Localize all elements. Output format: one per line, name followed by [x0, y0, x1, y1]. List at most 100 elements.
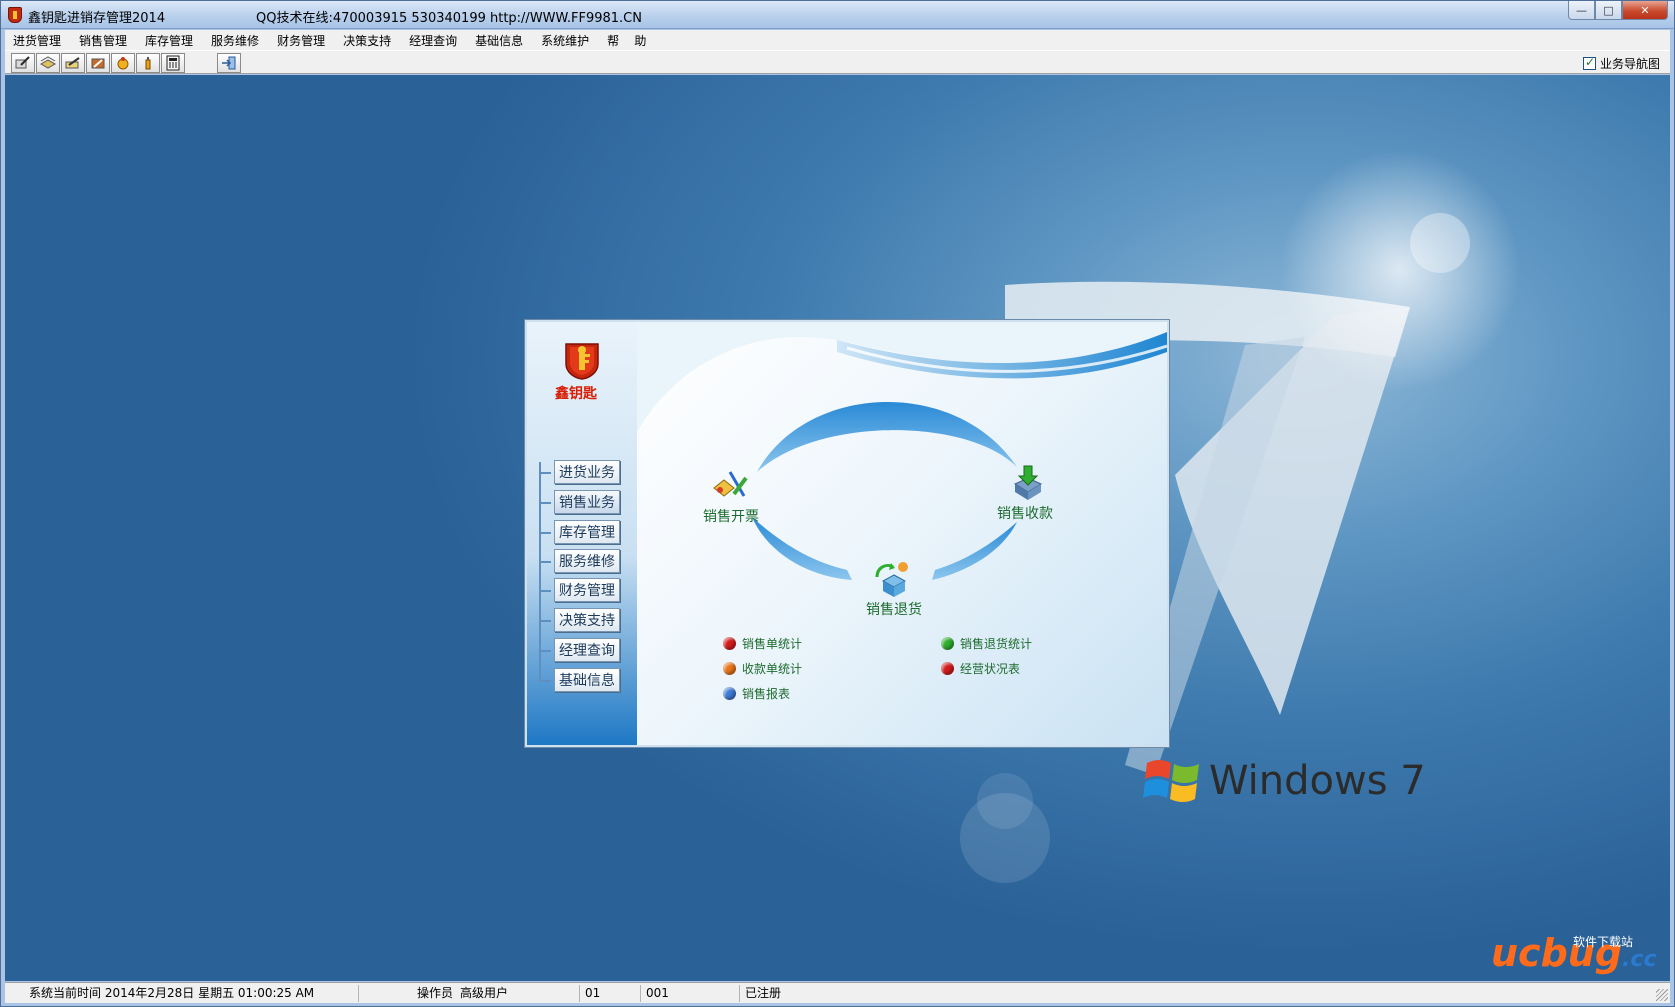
- pencil-icon: [65, 57, 80, 69]
- navigator-sidebar: 鑫钥匙 进货业务 销售业务 库存管理 服务维修 财务管理 决策支持 经理查询 基…: [527, 322, 637, 745]
- invoice-tools-icon[interactable]: [710, 468, 750, 504]
- nav-tick: [541, 680, 551, 682]
- pen-doc-icon: [15, 56, 30, 69]
- money-bag-icon: [117, 57, 129, 70]
- nav-service-repair[interactable]: 服务维修: [554, 549, 620, 573]
- blue-dot-icon: [723, 687, 736, 700]
- nav-finance-management[interactable]: 财务管理: [554, 578, 620, 602]
- menu-basic-info[interactable]: 基础信息: [475, 32, 523, 49]
- sales-flow-diagram: [637, 322, 1167, 580]
- report-return-stats[interactable]: 销售退货统计: [941, 635, 1032, 652]
- toolbar-service-button[interactable]: [86, 53, 110, 73]
- windows-7-logo: Windows 7: [1143, 755, 1426, 807]
- report-receipt-stats[interactable]: 收款单统计: [723, 660, 802, 677]
- nav-sales-business[interactable]: 销售业务: [554, 490, 620, 514]
- close-icon: ✕: [1640, 3, 1650, 17]
- watermark-subtitle: 软件下载站: [1573, 935, 1634, 949]
- window-title: 鑫钥匙进销存管理2014: [28, 11, 166, 26]
- report-sales-statement[interactable]: 销售报表: [723, 685, 790, 702]
- status-registration: 已注册: [745, 986, 782, 1000]
- wrench-icon: [91, 58, 105, 69]
- report-sales-order-stats[interactable]: 销售单统计: [723, 635, 802, 652]
- key-shield-logo-icon: [565, 343, 599, 380]
- report-label: 经营状况表: [960, 662, 1021, 676]
- title-bar[interactable]: 鑫钥匙进销存管理2014 QQ技术在线:470003915 530340199 …: [1, 1, 1674, 29]
- menu-purchase[interactable]: 进货管理: [13, 32, 61, 49]
- receipt-download-icon[interactable]: [1009, 464, 1047, 502]
- menu-manager-query[interactable]: 经理查询: [409, 32, 457, 49]
- status-system-time: 系统当前时间 2014年2月28日 星期五 01:00:25 AM: [29, 985, 359, 1002]
- business-nav-checkbox[interactable]: [1582, 55, 1596, 70]
- nav-tick: [541, 561, 551, 563]
- toolbar: 业务导航图: [5, 50, 1670, 74]
- app-key-icon[interactable]: [8, 7, 22, 23]
- menu-decision[interactable]: 决策支持: [343, 32, 391, 49]
- menu-service[interactable]: 服务维修: [211, 32, 259, 49]
- status-bar: 系统当前时间 2014年2月28日 星期五 01:00:25 AM 操作员 高级…: [5, 982, 1670, 1003]
- restore-icon: □: [1603, 3, 1614, 17]
- toolbar-sales-button[interactable]: [36, 53, 60, 73]
- report-label: 销售单统计: [742, 637, 803, 651]
- nav-tick: [541, 532, 551, 534]
- nav-tick: [541, 620, 551, 622]
- nav-tick: [541, 650, 551, 652]
- orange-dot-icon: [723, 662, 736, 675]
- toolbar-decision-button[interactable]: [136, 53, 160, 73]
- site-watermark: ucbug .cc 软件下载站: [1491, 931, 1657, 975]
- menu-inventory[interactable]: 库存管理: [145, 32, 193, 49]
- brand-name: 鑫钥匙: [555, 386, 597, 402]
- maximize-button[interactable]: □: [1595, 1, 1622, 20]
- report-label: 收款单统计: [742, 662, 803, 676]
- business-nav-toggle[interactable]: 业务导航图: [1582, 55, 1660, 72]
- windows-7-wordmark: Windows 7: [1209, 758, 1426, 804]
- green-dot-icon: [941, 637, 954, 650]
- flow-sales-invoice[interactable]: 销售开票: [703, 506, 759, 526]
- calculator-icon: [166, 55, 180, 71]
- toolbar-inventory-button[interactable]: [61, 53, 85, 73]
- toolbar-purchase-button[interactable]: [11, 53, 35, 73]
- nav-purchase-business[interactable]: 进货业务: [554, 460, 620, 484]
- flow-sales-return[interactable]: 销售退货: [866, 599, 922, 619]
- bottle-icon: [145, 57, 151, 70]
- watermark-tld: .cc: [1622, 947, 1657, 972]
- toolbar-calculator-button[interactable]: [161, 53, 185, 73]
- app-window: 鑫钥匙进销存管理2014 QQ技术在线:470003915 530340199 …: [0, 0, 1675, 1007]
- close-button[interactable]: ✕: [1622, 1, 1668, 20]
- nav-tick: [541, 590, 551, 592]
- nav-inventory-management[interactable]: 库存管理: [554, 520, 620, 544]
- red-dot-icon: [941, 662, 954, 675]
- menu-finance[interactable]: 财务管理: [277, 32, 325, 49]
- sales-flow-area: 销售开票 销售收款 销售退货 销售单统计 收款单统计 销售报表 销售退货统计 经…: [637, 322, 1167, 745]
- status-code-1: 01: [581, 985, 641, 1002]
- minimize-button[interactable]: —: [1568, 1, 1595, 20]
- report-label: 销售报表: [742, 687, 791, 701]
- nav-tick: [541, 502, 551, 504]
- nav-rail: [539, 462, 543, 682]
- business-navigator-panel: 鑫钥匙 进货业务 销售业务 库存管理 服务维修 财务管理 决策支持 经理查询 基…: [525, 320, 1169, 747]
- exit-door-icon: [222, 56, 236, 70]
- menu-help[interactable]: 帮 助: [607, 32, 646, 49]
- nav-decision-support[interactable]: 决策支持: [554, 608, 620, 632]
- menu-bar: 进货管理 销售管理 库存管理 服务维修 财务管理 决策支持 经理查询 基础信息 …: [5, 30, 1670, 50]
- toolbar-finance-button[interactable]: [111, 53, 135, 73]
- red-dot-icon: [723, 637, 736, 650]
- menu-sales[interactable]: 销售管理: [79, 32, 127, 49]
- nav-manager-query[interactable]: 经理查询: [554, 638, 620, 662]
- business-nav-label: 业务导航图: [1599, 57, 1660, 71]
- report-business-status[interactable]: 经营状况表: [941, 660, 1020, 677]
- toolbar-exit-button[interactable]: [217, 53, 241, 73]
- status-operator: 高级用户: [460, 985, 580, 1002]
- windows-flag-icon: [1143, 760, 1199, 802]
- window-contact-info: QQ技术在线:470003915 530340199 http://WWW.FF…: [256, 11, 642, 26]
- window-controls: — □ ✕: [1568, 1, 1668, 21]
- status-code-2: 001: [642, 985, 740, 1002]
- minimize-icon: —: [1576, 3, 1587, 17]
- return-goods-icon[interactable]: [873, 559, 915, 599]
- status-operator-label: 操作员: [417, 986, 454, 1000]
- flow-sales-receipt[interactable]: 销售收款: [997, 503, 1053, 523]
- resize-grip[interactable]: [1656, 989, 1668, 1001]
- nav-tick: [541, 472, 551, 474]
- nav-basic-info[interactable]: 基础信息: [554, 668, 620, 692]
- report-label: 销售退货统计: [960, 637, 1033, 651]
- menu-system[interactable]: 系统维护: [541, 32, 589, 49]
